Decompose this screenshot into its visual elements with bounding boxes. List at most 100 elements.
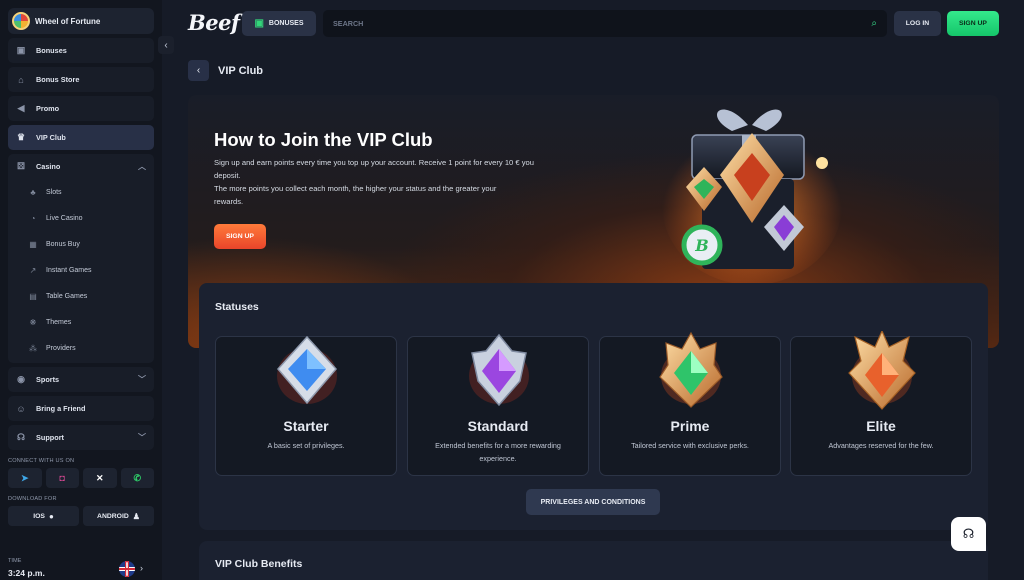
sidebar-item-casino[interactable]: ⚄ Casino ︿ xyxy=(8,154,154,179)
back-button[interactable]: ‹ xyxy=(188,60,209,81)
chart-icon: ↗ xyxy=(29,265,37,275)
sidebar-subitem-label: Themes xyxy=(46,318,72,326)
hero-text-1: Sign up and earn points every time you t… xyxy=(214,158,534,180)
bonuses-button[interactable]: ▣ BONUSES xyxy=(242,11,316,36)
chevron-left-icon: ‹ xyxy=(196,65,201,76)
download-label: DOWNLOAD FOR xyxy=(8,496,57,502)
sidebar-subitem-providers[interactable]: ⁂ Providers xyxy=(8,335,154,361)
megaphone-icon: ◀ xyxy=(17,103,25,113)
status-card-elite: Elite Advantages reserved for the few. xyxy=(790,331,972,476)
sidebar-subitem-slots[interactable]: ♣ Slots xyxy=(8,179,154,205)
whatsapp-icon[interactable]: ✆ xyxy=(120,468,154,488)
ios-label: IOS xyxy=(33,512,45,520)
casino-group: ⚄ Casino ︿ ♣ Slots ◔ Live Casino ▦ Bonus… xyxy=(8,154,154,363)
starter-gem-icon xyxy=(277,335,337,405)
sidebar-subitem-table-games[interactable]: ▤ Table Games xyxy=(8,283,154,309)
sidebar-item-bonuses[interactable]: ▣ Bonuses xyxy=(8,38,154,63)
sidebar-item-vip-club[interactable]: ♛ VIP Club xyxy=(8,125,154,150)
hero-heading: How to Join the VIP Club xyxy=(214,129,433,150)
bonus-buy-icon: ▦ xyxy=(29,239,37,249)
android-download-button[interactable]: ANDROID ♟ xyxy=(83,506,154,526)
themes-icon: ❋ xyxy=(29,317,37,327)
status-card-prime: Prime Tailored service with exclusive pe… xyxy=(599,331,781,476)
sidebar-subitem-themes[interactable]: ❋ Themes xyxy=(8,309,154,335)
sidebar-item-label: Sports xyxy=(36,375,60,384)
time-label: TIME xyxy=(8,558,22,564)
vip-gift-illustration: B xyxy=(662,109,842,285)
sidebar-item-label: Casino xyxy=(36,162,61,171)
search-input[interactable] xyxy=(333,19,872,28)
sidebar-subitem-label: Live Casino xyxy=(46,214,83,222)
providers-icon: ⁂ xyxy=(29,343,37,353)
download-links: IOS ● ANDROID ♟ xyxy=(8,506,154,526)
standard-gem-icon xyxy=(469,333,529,407)
headset-icon: ☊ xyxy=(962,526,975,541)
login-button[interactable]: LOG IN xyxy=(894,11,941,36)
table-icon: ▤ xyxy=(29,291,37,301)
android-label: ANDROID xyxy=(97,512,129,520)
gift-icon: ▣ xyxy=(254,18,264,29)
sidebar-subitem-live-casino[interactable]: ◔ Live Casino xyxy=(8,205,154,231)
logo[interactable]: Beef xyxy=(188,10,240,35)
sidebar-item-bring-a-friend[interactable]: ☺ Bring a Friend xyxy=(8,396,154,421)
chevron-down-icon: ﹀ xyxy=(138,375,146,384)
sidebar-item-bonus-store[interactable]: ⌂ Bonus Store xyxy=(8,67,154,92)
status-name: Prime xyxy=(670,418,710,434)
collapse-sidebar-button[interactable]: ‹ xyxy=(158,36,174,54)
slots-icon: ♣ xyxy=(30,187,36,197)
sidebar-item-label: Promo xyxy=(36,104,60,113)
status-name: Standard xyxy=(467,418,529,434)
vip-benefits-panel: VIP Club Benefits xyxy=(199,541,988,580)
chevron-up-icon: ︿ xyxy=(138,162,146,171)
connect-label: CONNECT WITH US ON xyxy=(8,458,75,464)
status-desc: A basic set of privileges. xyxy=(267,441,345,450)
status-card-standard: Standard Extended benefits for a more re… xyxy=(407,333,589,476)
sidebar-item-promo[interactable]: ◀ Promo xyxy=(8,96,154,121)
chevron-right-icon[interactable]: › xyxy=(140,563,143,573)
sidebar-item-support[interactable]: ☊ Support ﹀ xyxy=(8,425,154,450)
sidebar-item-label: Bring a Friend xyxy=(36,404,86,413)
sidebar-item-label: Support xyxy=(36,433,64,442)
signup-button[interactable]: SIGN UP xyxy=(947,11,999,36)
wheel-label: Wheel of Fortune xyxy=(35,16,101,26)
uk-flag-icon[interactable] xyxy=(119,561,135,577)
status-desc: Tailored service with exclusive perks. xyxy=(631,441,749,450)
ios-download-button[interactable]: IOS ● xyxy=(8,506,79,526)
android-icon: ♟ xyxy=(132,511,140,521)
dice-icon: ⚄ xyxy=(17,161,25,171)
wheel-of-fortune-button[interactable]: Wheel of Fortune xyxy=(8,8,154,34)
status-name: Starter xyxy=(283,418,329,434)
sidebar-item-sports[interactable]: ◉ Sports ﹀ xyxy=(8,367,154,392)
apple-icon: ● xyxy=(48,511,54,521)
status-desc: Advantages reserved for the few. xyxy=(828,441,934,450)
search-icon[interactable]: ⌕ xyxy=(871,18,877,29)
sidebar-subitem-label: Instant Games xyxy=(46,266,92,274)
x-icon[interactable]: ✕ xyxy=(83,468,117,488)
status-desc: Extended benefits for a more rewarding e… xyxy=(435,441,561,463)
statuses-heading: Statuses xyxy=(215,301,259,313)
hero-signup-button[interactable]: SIGN UP xyxy=(214,224,266,249)
live-icon: ◔ xyxy=(30,213,36,223)
search-bar: ⌕ xyxy=(323,10,887,37)
sidebar-subitem-label: Slots xyxy=(46,188,62,196)
sidebar-subitem-instant-games[interactable]: ↗ Instant Games xyxy=(8,257,154,283)
sidebar-item-label: VIP Club xyxy=(36,133,66,142)
sidebar-subitem-bonus-buy[interactable]: ▦ Bonus Buy xyxy=(8,231,154,257)
telegram-icon[interactable]: ➤ xyxy=(8,468,42,488)
store-icon: ⌂ xyxy=(18,74,24,85)
gift-icon: ▣ xyxy=(16,45,26,55)
sidebar-item-label: Bonus Store xyxy=(36,75,80,84)
support-chat-button[interactable]: ☊ xyxy=(951,517,986,551)
elite-gem-icon xyxy=(848,331,916,410)
instagram-icon[interactable]: ◘ xyxy=(45,468,79,488)
hero-text-2: The more points you collect each month, … xyxy=(214,184,497,206)
user-plus-icon: ☺ xyxy=(16,403,26,414)
sidebar-subitem-label: Table Games xyxy=(46,292,88,300)
ball-icon: ◉ xyxy=(17,374,25,384)
chevron-down-icon: ﹀ xyxy=(138,433,146,442)
privileges-and-conditions-button[interactable]: PRIVILEGES AND CONDITIONS xyxy=(526,489,660,515)
sidebar: Wheel of Fortune ▣ Bonuses ⌂ Bonus Store… xyxy=(0,0,162,580)
sidebar-subitem-label: Bonus Buy xyxy=(46,240,80,248)
status-card-starter: Starter A basic set of privileges. xyxy=(215,335,397,476)
sidebar-subitem-label: Providers xyxy=(46,344,76,352)
